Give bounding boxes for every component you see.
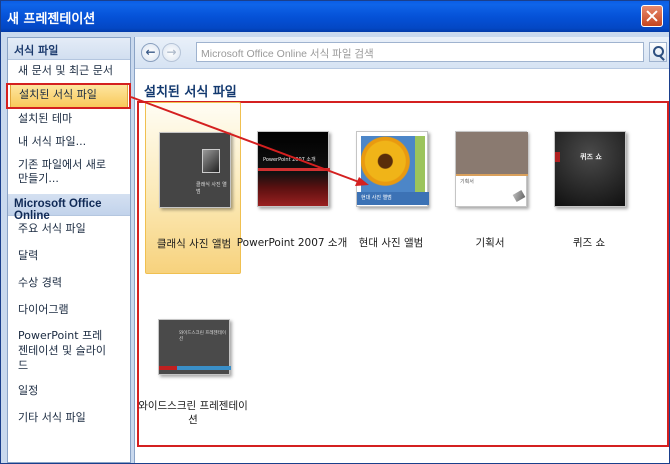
sidebar-item-recent[interactable]: 새 문서 및 최근 문서 [8, 60, 130, 83]
template-label-ppt-intro: PowerPoint 2007 소개 [236, 237, 348, 249]
modern-album-thumbnail: 현대 사진 앨범 [356, 131, 429, 207]
template-label-widescreen: 와이드스크린 프레젠테이션 [138, 400, 248, 426]
proposal-header-band [456, 132, 528, 174]
widescreen-thumb-text: 와이드스크린 프레젠테이션 [179, 331, 226, 342]
sidebar-item-more-templates[interactable]: 기타 서식 파일 [8, 403, 130, 430]
photo-frame-icon [202, 149, 220, 173]
sidebar-header-office-online: Microsoft Office Online [8, 194, 130, 222]
modern-album-side-bar [415, 136, 425, 192]
new-presentation-window: 새 프레젠테이션 서식 파일 새 문서 및 최근 문서 설치된 서식 파일 설치… [0, 0, 670, 464]
toolbar: ← → Microsoft Office Online 서식 파일 검색 [135, 37, 669, 69]
modern-album-thumb-text: 현대 사진 앨범 [361, 195, 392, 201]
window-title: 새 프레젠테이션 [7, 12, 96, 27]
title-bar: 새 프레젠테이션 [1, 1, 669, 32]
template-tile-proposal[interactable]: 기획서 기획서 [442, 102, 538, 274]
template-label-modern-album: 현대 사진 앨범 [358, 237, 424, 249]
template-label-quiz-show: 퀴즈 쇼 [572, 237, 606, 249]
sidebar-item-my-templates[interactable]: 내 서식 파일... [8, 131, 130, 154]
ppt-intro-thumbnail: PowerPoint 2007 소개 [257, 131, 330, 207]
search-input[interactable]: Microsoft Office Online 서식 파일 검색 [196, 42, 644, 62]
sunflower-photo [361, 136, 415, 192]
widescreen-red-bar [159, 366, 177, 370]
pen-icon [512, 190, 526, 202]
templates-highlight-frame: 클래식 사진 앨범 클래식 사진 앨범 PowerPoint 2007 소개 P… [137, 101, 669, 447]
sidebar-item-diagrams[interactable]: 다이어그램 [8, 295, 130, 322]
ppt-intro-thumb-text: PowerPoint 2007 소개 [263, 157, 316, 163]
template-tile-modern-album[interactable]: 현대 사진 앨범 현대 사진 앨범 [343, 102, 439, 274]
section-title: 설치된 서식 파일 [144, 85, 237, 100]
proposal-thumb-text: 기획서 [460, 179, 474, 185]
sidebar-item-installed-themes[interactable]: 설치된 테마 [8, 108, 130, 131]
sidebar-item-schedules[interactable]: 일정 [8, 378, 130, 403]
sidebar-item-calendars[interactable]: 달력 [8, 241, 130, 268]
template-tile-ppt-intro[interactable]: PowerPoint 2007 소개 PowerPoint 2007 소개 [237, 102, 347, 274]
sidebar-item-new-from-existing[interactable]: 기존 파일에서 새로 만들기... [8, 154, 118, 191]
proposal-thumbnail: 기획서 [455, 131, 528, 207]
classic-album-thumbnail: 클래식 사진 앨범 [159, 132, 231, 208]
widescreen-thumbnail: 와이드스크린 프레젠테이션 [158, 319, 231, 375]
sidebar-item-awards[interactable]: 수상 경력 [8, 268, 130, 295]
search-icon[interactable] [649, 42, 667, 62]
close-button[interactable] [641, 5, 663, 27]
forward-arrow-icon[interactable]: → [162, 43, 181, 62]
template-label-classic-album: 클래식 사진 앨범 [156, 238, 232, 250]
template-tile-widescreen[interactable]: 와이드스크린 프레젠테이션 와이드스크린 프레젠테이션 [138, 293, 248, 443]
template-tile-quiz-show[interactable]: 퀴즈 쇼 퀴즈 쇼 [541, 102, 637, 274]
sidebar-highlight-frame [6, 83, 131, 109]
sidebar-header-templates: 서식 파일 [8, 38, 130, 60]
back-arrow-icon[interactable]: ← [141, 43, 160, 62]
widescreen-blue-bar [177, 366, 231, 370]
template-label-proposal: 기획서 [475, 237, 505, 249]
ppt-intro-stripe [258, 168, 330, 171]
quiz-show-thumbnail: 퀴즈 쇼 [554, 131, 626, 207]
main-panel: ← → Microsoft Office Online 서식 파일 검색 설치된… [134, 37, 669, 463]
proposal-accent-line [456, 174, 528, 176]
template-tile-classic-album[interactable]: 클래식 사진 앨범 클래식 사진 앨범 [145, 102, 241, 274]
quiz-show-thumb-text: 퀴즈 쇼 [580, 153, 602, 161]
classic-album-thumb-text: 클래식 사진 앨범 [196, 182, 227, 195]
sidebar-item-presentations-slides[interactable]: PowerPoint 프레젠테이션 및 슬라이드 [8, 322, 108, 378]
